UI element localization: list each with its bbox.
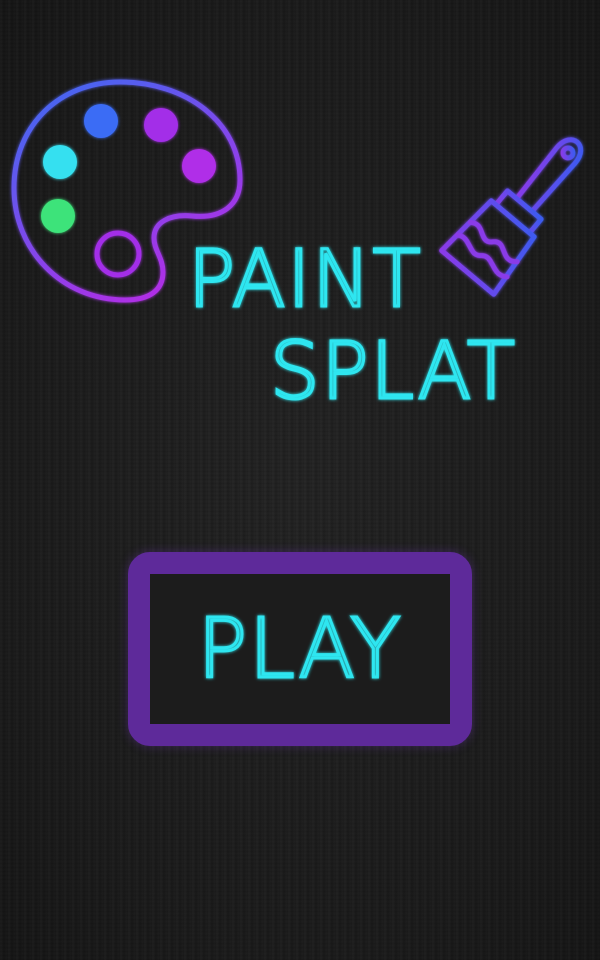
play-button-label: PLAY bbox=[198, 602, 403, 697]
game-logo: PAINT SPLAT bbox=[11, 79, 584, 419]
paint-blob-green bbox=[41, 199, 75, 233]
paint-blob-cyan bbox=[43, 145, 77, 179]
paint-blob-purple bbox=[144, 108, 178, 142]
paint-blob-magenta bbox=[182, 149, 216, 183]
paintbrush-icon bbox=[439, 137, 584, 297]
paint-blob-blue bbox=[84, 104, 118, 138]
title-line-splat: SPLAT bbox=[270, 327, 517, 417]
game-screen: PAINT SPLAT PLAY bbox=[0, 0, 600, 960]
title-line-paint: PAINT bbox=[188, 235, 422, 325]
palette-thumb-hole bbox=[94, 230, 142, 278]
play-button[interactable]: PLAY bbox=[128, 552, 472, 746]
play-label-svg: PLAY bbox=[196, 601, 403, 699]
